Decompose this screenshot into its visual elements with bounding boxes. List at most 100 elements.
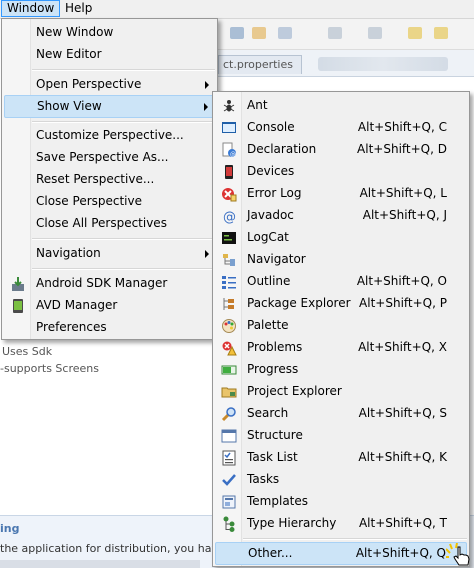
package-explorer-icon <box>223 298 234 310</box>
view-item-templates[interactable]: Templates <box>215 491 467 512</box>
menu-item-label: Structure <box>247 428 303 442</box>
hand-cursor-icon <box>446 543 470 566</box>
problems-icon <box>222 341 237 356</box>
editor-tab-blurred[interactable] <box>318 57 448 71</box>
menu-item-avd-manager[interactable]: AVD Manager <box>4 295 215 316</box>
menu-help[interactable]: Help <box>60 0 97 17</box>
view-item-logcat[interactable]: LogCat <box>215 227 467 248</box>
menu-item-save-perspective[interactable]: Save Perspective As... <box>4 147 215 168</box>
menu-item-label: Tasks <box>247 472 280 486</box>
menu-item-label: Save Perspective As... <box>36 150 169 164</box>
menu-bar: Window Help <box>0 0 474 19</box>
menu-item-preferences[interactable]: Preferences <box>4 317 215 338</box>
menu-item-label: Problems <box>247 340 303 354</box>
menu-item-label: LogCat <box>247 230 289 244</box>
menu-item-label: Templates <box>247 494 309 508</box>
view-item-task-list[interactable]: Task List Alt+Shift+Q, K <box>215 447 467 468</box>
menu-item-reset-perspective[interactable]: Reset Perspective... <box>4 169 215 190</box>
menu-separator <box>243 538 467 540</box>
menu-item-shortcut: Alt+Shift+Q, K <box>358 450 447 464</box>
toolbar-icon[interactable] <box>434 27 448 39</box>
view-item-navigator[interactable]: Navigator <box>215 249 467 270</box>
menu-item-label: Open Perspective <box>36 77 142 91</box>
menu-item-navigation[interactable]: Navigation <box>4 243 215 264</box>
view-item-outline[interactable]: Outline Alt+Shift+Q, O <box>215 271 467 292</box>
bottom-heading: ing <box>0 522 20 535</box>
view-item-error-log[interactable]: Error Log Alt+Shift+Q, L <box>215 183 467 204</box>
view-item-project-explorer[interactable]: Project Explorer <box>215 381 467 402</box>
menu-item-label: Project Explorer <box>247 384 342 398</box>
view-item-palette[interactable]: Palette <box>215 315 467 336</box>
view-item-other[interactable]: Other... Alt+Shift+Q, Q <box>215 542 467 565</box>
structure-icon <box>221 429 237 443</box>
menu-item-label: Other... <box>248 546 293 560</box>
search-icon <box>221 407 236 422</box>
view-item-structure[interactable]: Structure <box>215 425 467 446</box>
menu-item-label: Devices <box>247 164 295 178</box>
menu-item-label: Package Explorer <box>247 296 351 310</box>
view-item-javadoc[interactable]: @ Javadoc Alt+Shift+Q, J <box>215 205 467 226</box>
view-item-declaration[interactable]: @ Declaration Alt+Shift+Q, D <box>215 139 467 160</box>
toolbar-icon[interactable] <box>278 27 292 39</box>
menu-item-new-editor[interactable]: New Editor <box>4 44 215 65</box>
menu-item-label: Show View <box>37 99 102 113</box>
menu-item-label: New Editor <box>36 47 102 61</box>
menu-separator <box>32 69 215 71</box>
menu-item-shortcut: Alt+Shift+Q, J <box>362 208 447 222</box>
toolbar-icon[interactable] <box>230 27 244 39</box>
logcat-icon <box>222 232 236 244</box>
view-item-tasks[interactable]: Tasks <box>215 469 467 490</box>
project-explorer-icon <box>221 387 237 398</box>
avd-manager-icon <box>13 299 23 313</box>
menu-item-shortcut: Alt+Shift+Q, S <box>358 406 447 420</box>
view-item-devices[interactable]: Devices <box>215 161 467 182</box>
menu-window[interactable]: Window <box>1 0 61 17</box>
toolbar-icon[interactable] <box>408 27 422 39</box>
svg-text:@: @ <box>223 210 236 224</box>
editor-tab[interactable]: ct.properties <box>218 55 302 74</box>
navigator-icon <box>223 254 235 266</box>
menu-item-shortcut: Alt+Shift+Q, T <box>358 516 447 530</box>
show-view-menu: Ant Console Alt+Shift+Q, C @ Declaration… <box>212 91 470 567</box>
view-item-ant[interactable]: Ant <box>215 95 467 116</box>
menu-item-label: Preferences <box>36 320 107 334</box>
toolbar-icon[interactable] <box>252 27 266 39</box>
toolbar <box>218 19 474 50</box>
svg-text:@: @ <box>230 151 236 158</box>
view-item-progress[interactable]: Progress <box>215 359 467 380</box>
palette-icon <box>222 319 236 333</box>
menu-separator <box>32 238 215 240</box>
ant-icon <box>223 100 235 112</box>
menu-item-close-perspective[interactable]: Close Perspective <box>4 191 215 212</box>
menu-item-shortcut: Alt+Shift+Q, L <box>359 186 447 200</box>
view-item-package-explorer[interactable]: Package Explorer Alt+Shift+Q, P <box>215 293 467 314</box>
view-item-type-hierarchy[interactable]: Type Hierarchy Alt+Shift+Q, T <box>215 513 467 534</box>
menu-item-label: Error Log <box>247 186 302 200</box>
menu-item-close-all-perspectives[interactable]: Close All Perspectives <box>4 213 215 234</box>
toolbar-icon[interactable] <box>328 27 342 39</box>
menu-item-shortcut: Alt+Shift+Q, O <box>356 274 447 288</box>
view-item-console[interactable]: Console Alt+Shift+Q, C <box>215 117 467 138</box>
editor-tabstrip: ct.properties <box>218 50 474 77</box>
menu-item-customize-perspective[interactable]: Customize Perspective... <box>4 125 215 146</box>
menu-item-android-sdk-manager[interactable]: Android SDK Manager <box>4 273 215 294</box>
toolbar-icon[interactable] <box>368 27 382 39</box>
menu-item-label: New Window <box>36 25 114 39</box>
devices-icon <box>225 165 233 179</box>
view-item-search[interactable]: Search Alt+Shift+Q, S <box>215 403 467 424</box>
menu-item-new-window[interactable]: New Window <box>4 22 215 43</box>
bg-supports-screens: -supports Screens <box>0 362 99 375</box>
menu-item-label: Reset Perspective... <box>36 172 155 186</box>
menu-item-open-perspective[interactable]: Open Perspective <box>4 74 215 95</box>
view-item-problems[interactable]: Problems Alt+Shift+Q, X <box>215 337 467 358</box>
menu-item-label: AVD Manager <box>36 298 118 312</box>
menu-item-label: Outline <box>247 274 291 288</box>
menu-item-label: Console <box>247 120 295 134</box>
menu-item-label: Progress <box>247 362 299 376</box>
menu-item-label: Navigation <box>36 246 101 260</box>
menu-item-label: Customize Perspective... <box>36 128 184 142</box>
menu-item-label: Task List <box>247 450 298 464</box>
submenu-arrow-icon <box>204 103 208 111</box>
bg-uses-sdk: Uses Sdk <box>2 345 53 358</box>
menu-item-show-view[interactable]: Show View <box>4 95 215 118</box>
